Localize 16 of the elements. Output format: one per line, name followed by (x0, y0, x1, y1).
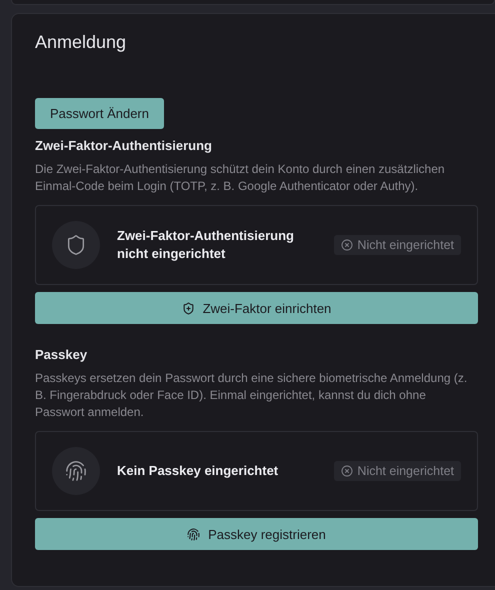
fingerprint-icon (52, 447, 100, 495)
section-heading: Zwei-Faktor-Authentisierung (35, 138, 213, 153)
setup-button[interactable]: Passkey registrieren (35, 518, 478, 550)
status-badge: Nicht eingerichtet (334, 461, 461, 481)
status-text: Kein Passkey eingerichtet (117, 462, 280, 480)
section-description: Passkeys ersetzen dein Passwort durch eine sichere biometrische Anmeldung (z. B. Fingerabdruck oder Face ID). Einmal eingerichtet, kannst du dich ohne Passwort anmelden. (35, 370, 468, 421)
shield-icon (52, 221, 100, 269)
status-badge: Nicht eingerichtet (334, 235, 461, 255)
status-text: Zwei-Faktor-Authentisierung nicht eingerichtet (117, 227, 295, 263)
setup-button[interactable]: Zwei-Faktor einrichten (35, 292, 478, 324)
section-heading: Passkey (35, 347, 88, 362)
card-title: Anmeldung (35, 32, 128, 54)
fingerprint-icon (187, 528, 200, 540)
shield-plus-icon (182, 302, 195, 314)
change-password-button[interactable]: Passwort Ändern (35, 98, 164, 129)
section-description: Die Zwei-Faktor-Authentisierung schützt dein Konto durch einen zusätzlichen Einmal-Code beim Login (TOTP, z. B. Google Authenticator oder Authy). (35, 161, 446, 195)
